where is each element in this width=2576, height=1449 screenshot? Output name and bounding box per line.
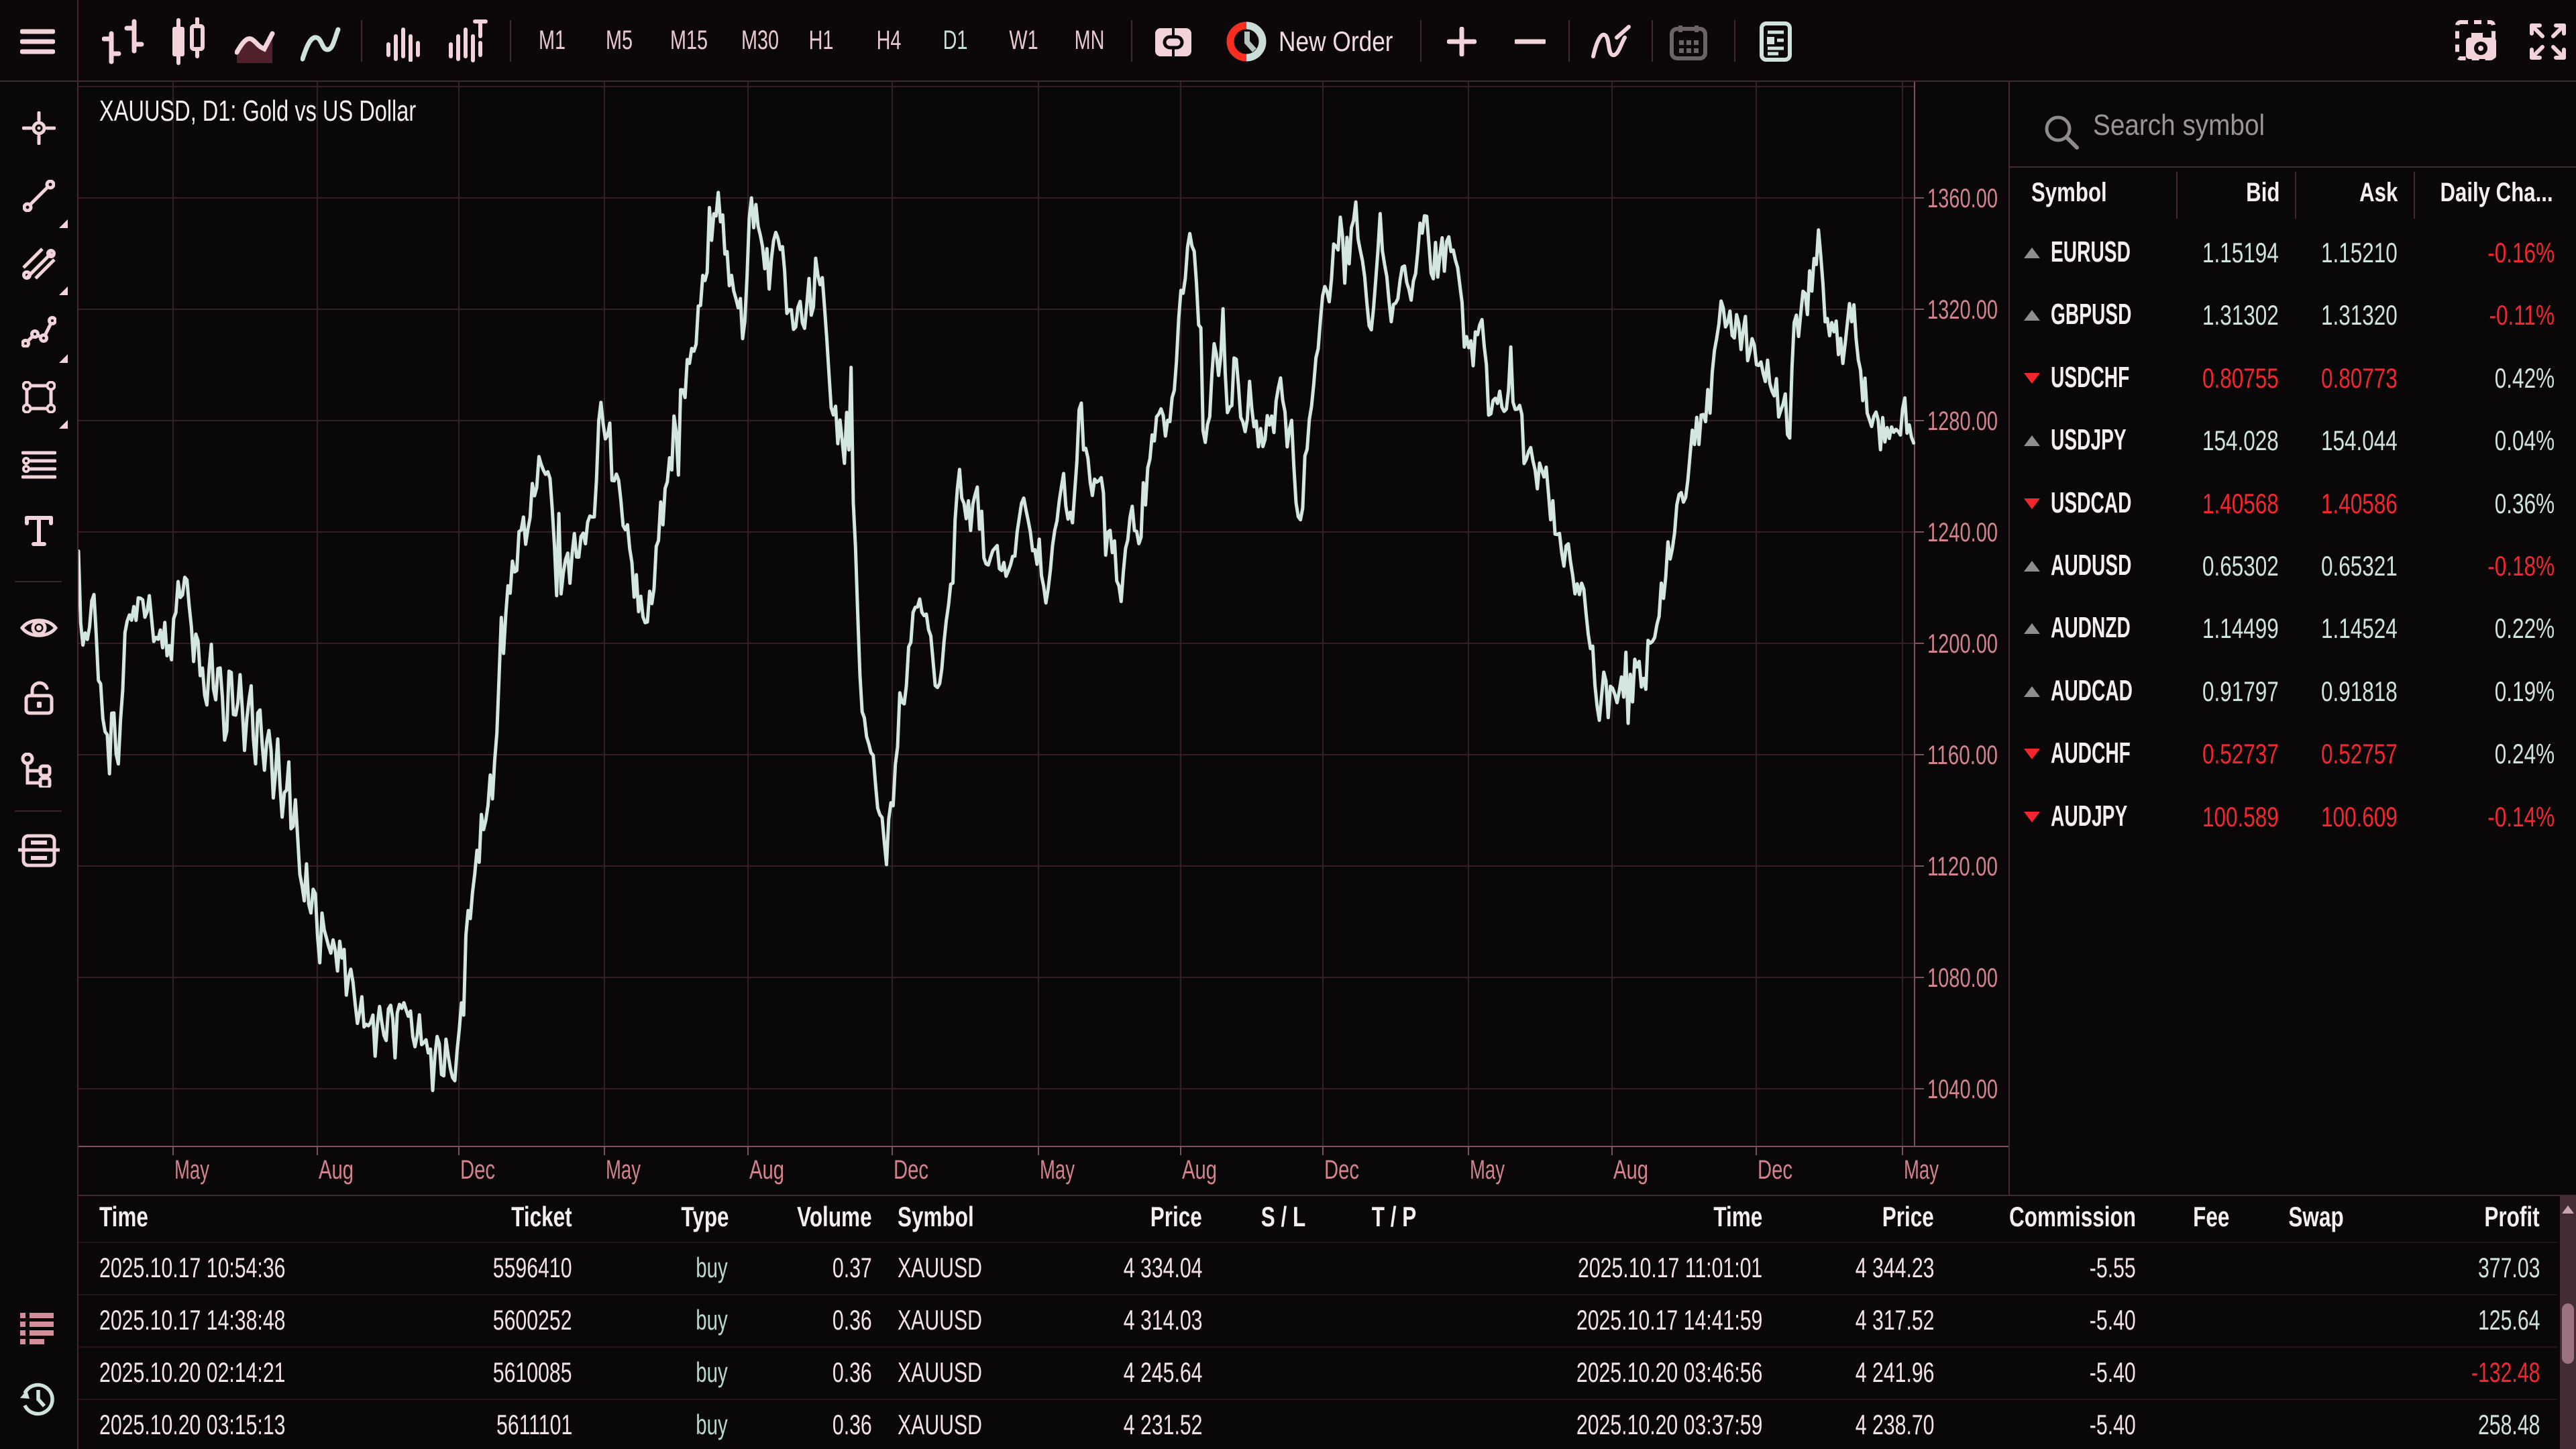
- svg-text:Aug: Aug: [319, 1155, 354, 1185]
- svg-text:Dec: Dec: [460, 1155, 495, 1185]
- svg-text:1080.00: 1080.00: [1927, 963, 1998, 993]
- svg-text:1040.00: 1040.00: [1927, 1075, 1998, 1104]
- svg-text:Dec: Dec: [1324, 1155, 1359, 1185]
- svg-text:Aug: Aug: [1613, 1155, 1648, 1185]
- svg-text:1160.00: 1160.00: [1927, 741, 1998, 770]
- svg-text:Dec: Dec: [894, 1155, 928, 1185]
- svg-text:1240.00: 1240.00: [1927, 518, 1998, 547]
- svg-text:Dec: Dec: [1758, 1155, 1792, 1185]
- svg-text:May: May: [1040, 1155, 1075, 1185]
- svg-text:May: May: [1470, 1155, 1505, 1185]
- svg-text:May: May: [174, 1155, 209, 1185]
- svg-text:Aug: Aug: [1182, 1155, 1217, 1185]
- svg-text:May: May: [606, 1155, 641, 1185]
- svg-text:1360.00: 1360.00: [1927, 184, 1998, 213]
- svg-text:1280.00: 1280.00: [1927, 407, 1998, 436]
- svg-text:1120.00: 1120.00: [1927, 852, 1998, 881]
- svg-text:May: May: [1904, 1155, 1939, 1185]
- svg-text:1320.00: 1320.00: [1927, 295, 1998, 325]
- svg-text:Aug: Aug: [749, 1155, 784, 1185]
- svg-text:1200.00: 1200.00: [1927, 629, 1998, 659]
